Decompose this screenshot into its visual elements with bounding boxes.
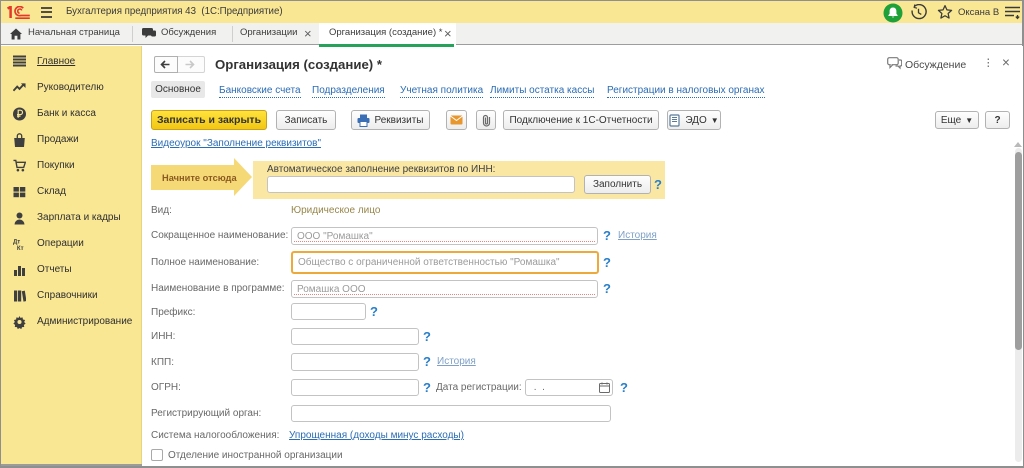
- svg-text:Дт: Дт: [13, 240, 20, 246]
- svg-text:Кт: Кт: [17, 246, 24, 252]
